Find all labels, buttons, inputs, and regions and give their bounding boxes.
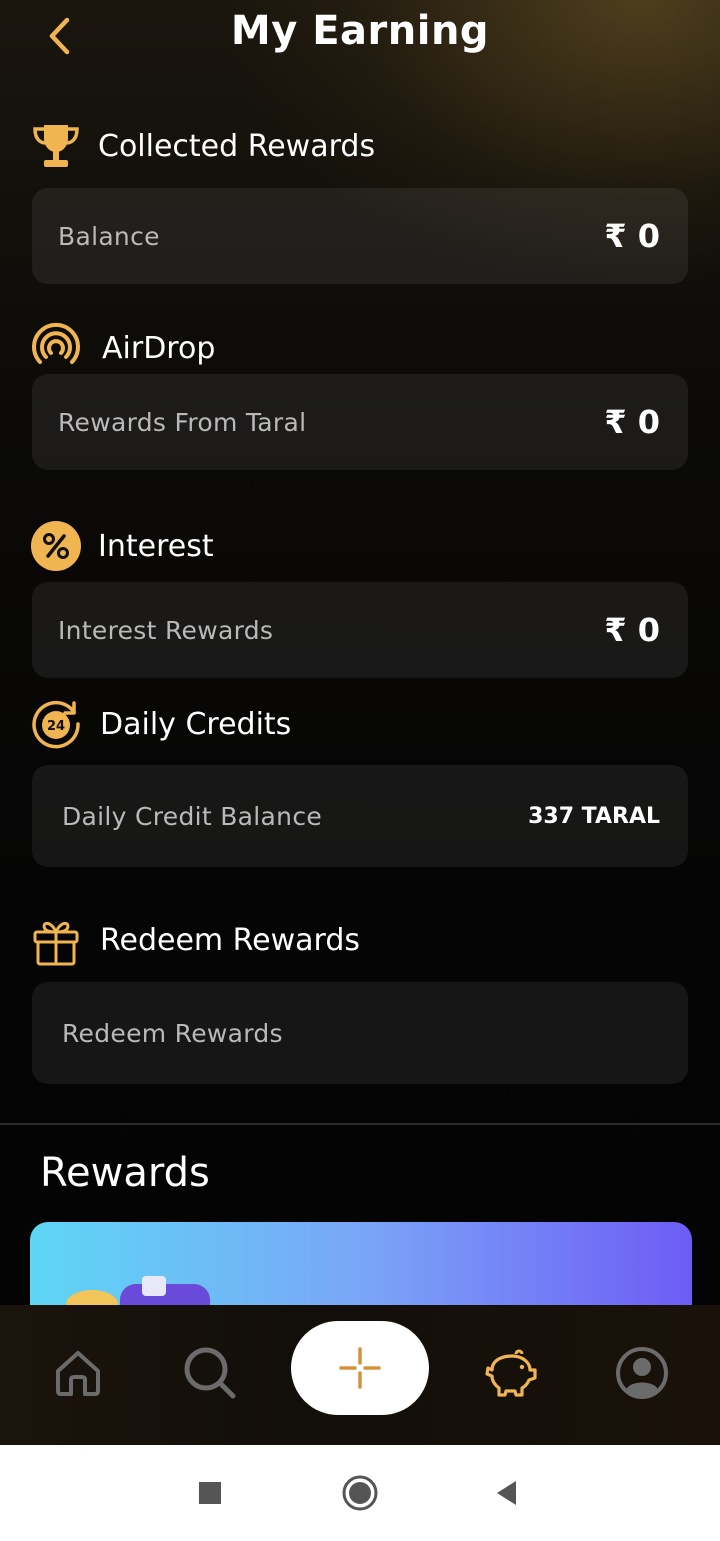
tab-search[interactable] <box>180 1343 240 1403</box>
back-system-button[interactable] <box>486 1473 526 1513</box>
tab-profile[interactable] <box>612 1343 672 1403</box>
bottom-tab-bar <box>0 1305 720 1445</box>
balance-label: Balance <box>58 221 160 251</box>
daily-credit-label: Daily Credit Balance <box>62 801 323 831</box>
profile-icon <box>616 1347 668 1399</box>
section-title-airdrop: AirDrop <box>102 330 216 366</box>
section-collected-rewards: Collected Rewards <box>30 118 375 174</box>
square-icon <box>199 1482 221 1504</box>
interest-card[interactable]: Interest Rewards ₹ 0 <box>32 582 688 678</box>
redeem-label: Redeem Rewards <box>62 1018 283 1048</box>
airdrop-value: ₹ 0 <box>604 403 660 441</box>
screen: My Earning Collected Rewards Balance ₹ 0 <box>0 0 720 1445</box>
gift-icon <box>30 914 82 966</box>
airdrop-label: Rewards From Taral <box>58 407 307 437</box>
triangle-back-icon <box>497 1481 516 1505</box>
header: My Earning <box>0 0 720 72</box>
search-icon <box>184 1347 236 1399</box>
airdrop-icon <box>30 322 82 374</box>
divider <box>0 1123 720 1125</box>
home-icon <box>56 1351 100 1396</box>
interest-value: ₹ 0 <box>604 611 660 649</box>
percent-icon <box>30 520 82 572</box>
add-button[interactable] <box>291 1321 429 1415</box>
section-interest: Interest <box>30 518 214 574</box>
daily-credit-value: 337 TARAL <box>528 803 660 829</box>
rewards-heading: Rewards <box>40 1150 210 1196</box>
home-system-button[interactable] <box>340 1473 380 1513</box>
plus-icon <box>339 1347 381 1389</box>
page-title: My Earning <box>230 8 490 54</box>
trophy-icon <box>30 120 82 172</box>
balance-value: ₹ 0 <box>604 217 660 255</box>
tab-savings[interactable] <box>480 1343 540 1403</box>
section-daily-credits: 24 Daily Credits <box>30 696 291 752</box>
system-nav-bar <box>0 1445 720 1541</box>
section-redeem-rewards: Redeem Rewards <box>30 912 360 968</box>
clock-24-icon: 24 <box>30 698 82 750</box>
piggy-bank-icon <box>485 1349 537 1397</box>
interest-label: Interest Rewards <box>58 615 274 645</box>
section-title-redeem: Redeem Rewards <box>100 922 361 958</box>
section-airdrop: AirDrop <box>30 320 215 376</box>
redeem-card[interactable]: Redeem Rewards <box>32 982 688 1084</box>
tab-home[interactable] <box>48 1343 108 1403</box>
balance-card[interactable]: Balance ₹ 0 <box>32 188 688 284</box>
clock-24-badge-text: 24 <box>47 719 65 734</box>
section-title-collected: Collected Rewards <box>98 128 376 164</box>
section-title-daily: Daily Credits <box>100 706 292 742</box>
section-title-interest: Interest <box>98 528 214 564</box>
circle-icon <box>342 1475 378 1511</box>
airdrop-card[interactable]: Rewards From Taral ₹ 0 <box>32 374 688 470</box>
recents-button[interactable] <box>190 1473 230 1513</box>
daily-credit-card[interactable]: Daily Credit Balance 337 TARAL <box>32 765 688 867</box>
